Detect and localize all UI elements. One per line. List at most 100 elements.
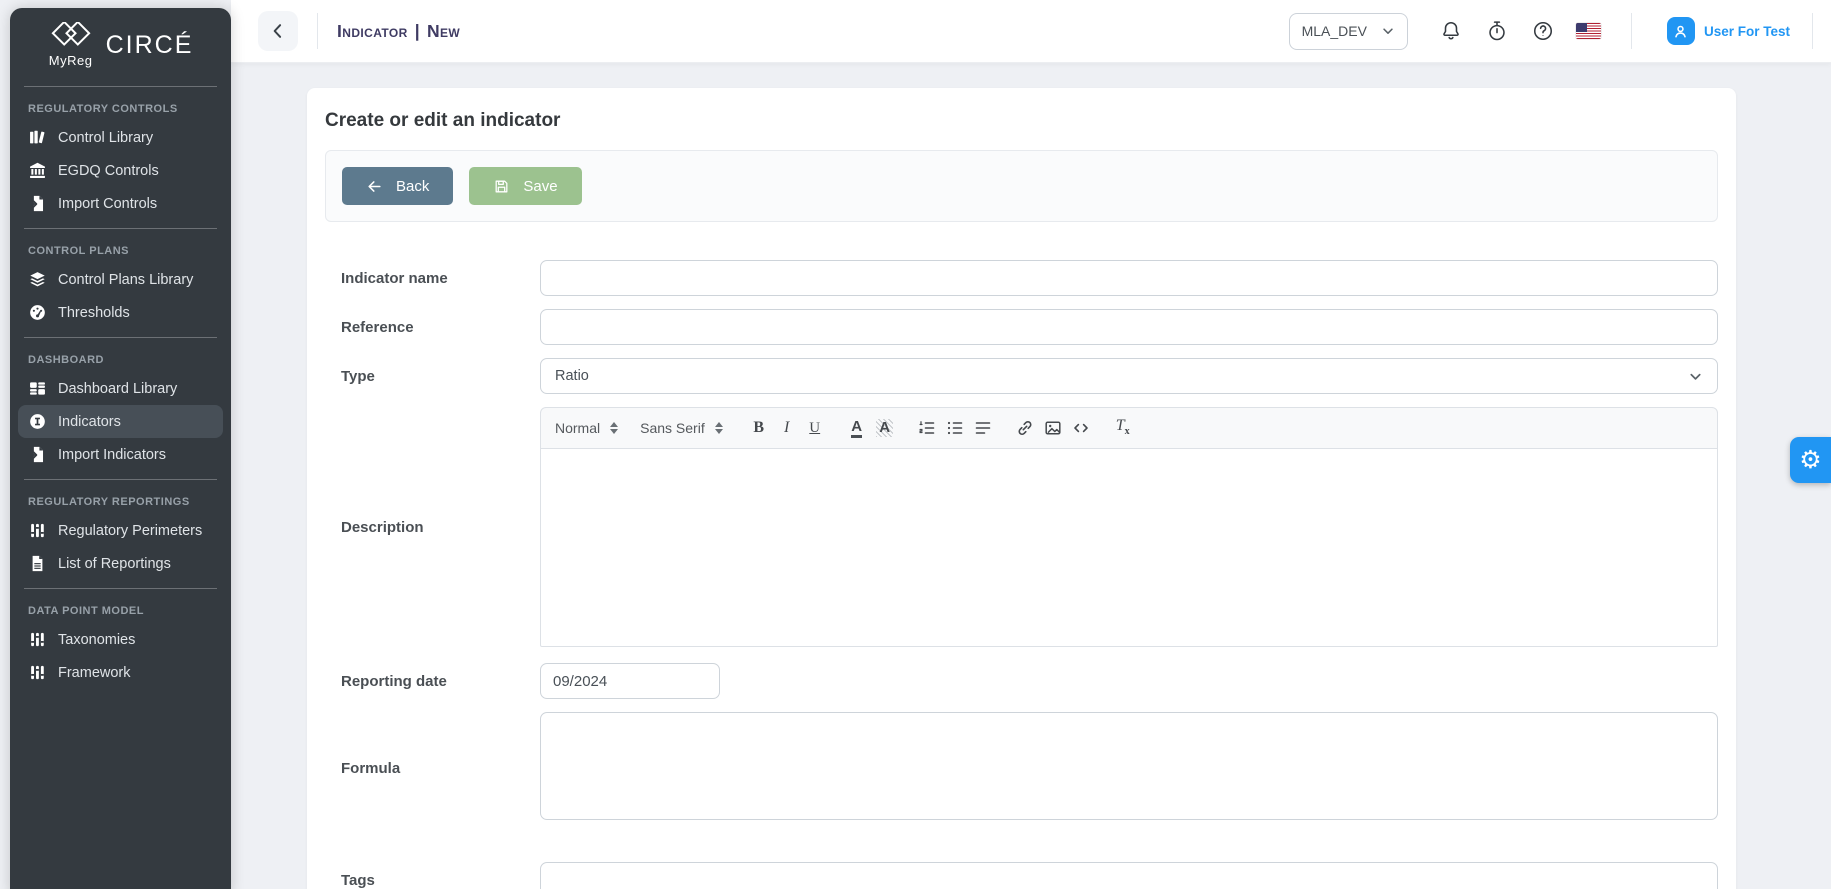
settings-flyout-button[interactable]: ⚙ — [1790, 437, 1831, 483]
editor-image-button[interactable] — [1039, 414, 1067, 442]
notifications-button[interactable] — [1428, 11, 1474, 51]
updown-arrows-icon — [610, 422, 618, 434]
editor-text-color-button[interactable]: A — [843, 414, 871, 442]
sidebar-item-label: Thresholds — [58, 305, 130, 321]
reporting-date-input[interactable] — [540, 663, 720, 699]
formula-row: Formula — [325, 712, 1718, 825]
sidebar-item-label: EGDQ Controls — [58, 163, 159, 179]
reference-input[interactable] — [540, 309, 1718, 345]
sidebar-item-import-indicators[interactable]: Import Indicators — [10, 438, 231, 471]
sidebar: MyReg CIRCÉ REGULATORY CONTROLSControl L… — [10, 8, 231, 889]
gauge-icon — [28, 304, 47, 321]
reporting-date-label: Reporting date — [341, 673, 540, 690]
timer-button[interactable] — [1474, 11, 1520, 51]
editor-bold-button[interactable]: B — [745, 414, 773, 442]
user-avatar-icon — [1667, 17, 1695, 45]
logo-text: MyReg — [49, 53, 93, 68]
app-name: CIRCÉ — [106, 31, 194, 60]
sidebar-section-divider — [24, 479, 217, 480]
indicator-name-label: Indicator name — [341, 270, 540, 287]
editor-background-color-button[interactable]: A — [871, 414, 899, 442]
sidebar-section-title-control-plans: CONTROL PLANS — [10, 237, 231, 263]
formula-label: Formula — [341, 760, 540, 777]
sidebar-item-egdq-controls[interactable]: EGDQ Controls — [10, 154, 231, 187]
back-button[interactable]: Back — [342, 167, 453, 205]
us-flag-icon — [1576, 23, 1601, 39]
stopwatch-icon — [1486, 20, 1508, 42]
environment-select[interactable]: MLA_DEV — [1289, 13, 1408, 50]
editor-align-button[interactable] — [969, 414, 997, 442]
sliders-icon — [28, 631, 47, 648]
sidebar-item-label: Framework — [58, 665, 131, 681]
sidebar-item-label: Control Library — [58, 130, 153, 146]
header-divider — [1631, 13, 1632, 49]
sliders-icon — [28, 664, 47, 681]
type-row: Type Ratio — [325, 358, 1718, 394]
breadcrumb-page: New — [427, 21, 460, 41]
sidebar-item-import-controls[interactable]: Import Controls — [10, 187, 231, 220]
breadcrumb-section: Indicator — [337, 21, 408, 41]
sidebar-item-regulatory-perimeters[interactable]: Regulatory Perimeters — [10, 514, 231, 547]
sidebar-item-label: Indicators — [58, 414, 121, 430]
sidebar-item-list-of-reportings[interactable]: List of Reportings — [10, 547, 231, 580]
editor-font-value: Sans Serif — [640, 420, 705, 436]
editor-button-group: BIU — [745, 414, 829, 442]
sidebar-section-divider — [24, 588, 217, 589]
environment-value: MLA_DEV — [1302, 23, 1367, 39]
editor-font-select[interactable]: Sans Serif — [640, 420, 723, 436]
sidebar-section-divider — [24, 86, 217, 87]
editor-italic-button[interactable]: I — [773, 414, 801, 442]
sidebar-item-taxonomies[interactable]: Taxonomies — [10, 623, 231, 656]
indicator-name-input[interactable] — [540, 260, 1718, 296]
description-label: Description — [341, 519, 540, 536]
bank-icon — [28, 162, 47, 179]
editor-button-group: Tx — [1109, 414, 1137, 442]
tags-input[interactable] — [540, 862, 1718, 889]
editor-format-select[interactable]: Normal — [555, 420, 618, 436]
help-button[interactable] — [1520, 11, 1566, 51]
top-header: Indicator|New MLA_DEV User For Test — [231, 0, 1831, 63]
editor-underline-button[interactable]: U — [801, 414, 829, 442]
sidebar-item-indicators[interactable]: Indicators — [18, 405, 223, 438]
language-button[interactable] — [1566, 11, 1612, 51]
sliders-icon — [28, 522, 47, 539]
sidebar-item-label: Import Indicators — [58, 447, 166, 463]
arrow-left-icon — [366, 178, 383, 195]
user-menu[interactable]: User For Test — [1667, 17, 1790, 45]
sidebar-item-framework[interactable]: Framework — [10, 656, 231, 689]
indicator-name-row: Indicator name — [325, 260, 1718, 296]
user-name: User For Test — [1704, 24, 1790, 39]
description-row: Description Normal Sans Serif BIUAATx — [325, 407, 1718, 647]
editor-bullet-list-button[interactable] — [941, 414, 969, 442]
sidebar-item-control-library[interactable]: Control Library — [10, 121, 231, 154]
description-editor: Normal Sans Serif BIUAATx — [540, 407, 1718, 647]
myreg-logo-icon: MyReg — [48, 22, 94, 68]
editor-link-button[interactable] — [1011, 414, 1039, 442]
editor-code-block-button[interactable] — [1067, 414, 1095, 442]
page-title: Create or edit an indicator — [325, 102, 1718, 150]
formula-textarea[interactable] — [540, 712, 1718, 820]
save-button[interactable]: Save — [469, 167, 581, 205]
sidebar-item-dashboard-library[interactable]: Dashboard Library — [10, 372, 231, 405]
sidebar-item-thresholds[interactable]: Thresholds — [10, 296, 231, 329]
tags-label: Tags — [341, 872, 540, 889]
updown-arrows-icon — [715, 422, 723, 434]
reporting-date-row: Reporting date — [325, 663, 1718, 699]
sidebar-item-control-plans-library[interactable]: Control Plans Library — [10, 263, 231, 296]
header-divider — [317, 13, 318, 49]
description-editor-content[interactable] — [540, 449, 1718, 647]
file-import-icon — [28, 446, 47, 463]
sidebar-item-label: Regulatory Perimeters — [58, 523, 202, 539]
type-label: Type — [341, 368, 540, 385]
editor-ordered-list-button[interactable] — [913, 414, 941, 442]
save-floppy-icon — [493, 178, 510, 195]
tags-row: Tags — [325, 862, 1718, 889]
header-back-button[interactable] — [258, 11, 298, 51]
save-button-label: Save — [523, 178, 557, 195]
type-select-value: Ratio — [555, 368, 589, 384]
editor-clear-formatting-button[interactable]: Tx — [1109, 414, 1137, 442]
help-icon — [1532, 20, 1554, 42]
type-select[interactable]: Ratio — [540, 358, 1718, 394]
sidebar-item-label: Dashboard Library — [58, 381, 177, 397]
brand-logo[interactable]: MyReg CIRCÉ — [10, 8, 231, 78]
